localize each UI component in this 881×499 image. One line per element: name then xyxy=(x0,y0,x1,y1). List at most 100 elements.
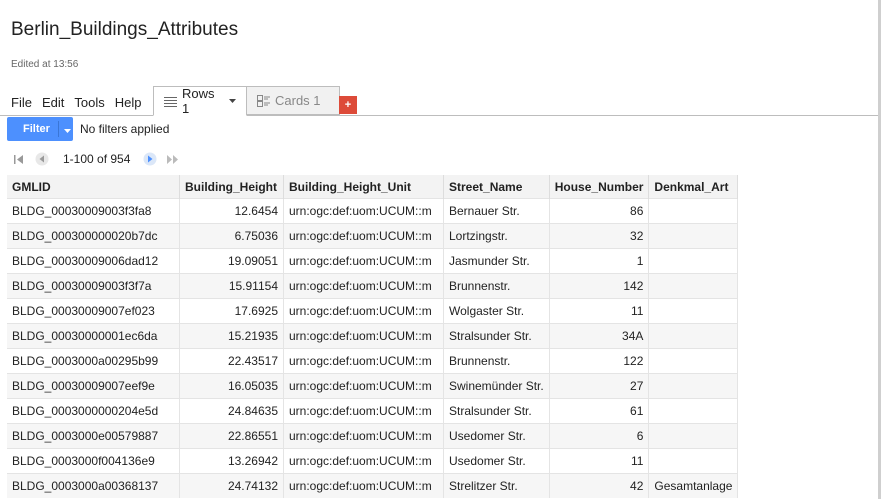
cell-denkmal-art xyxy=(648,248,739,274)
cell-building-height: 13.26942 xyxy=(179,448,284,474)
cell-street-name: Stralsunder Str. xyxy=(443,323,550,349)
cell-gmlid: BLDG_00030009007ef023 xyxy=(7,298,180,324)
cell-street-name: Strelitzer Str. xyxy=(443,473,550,498)
cell-street-name: Lortzingstr. xyxy=(443,223,550,249)
document-title[interactable]: Berlin_Buildings_Attributes xyxy=(11,19,238,41)
chevron-down-icon[interactable] xyxy=(229,99,236,103)
add-tab-button[interactable]: + xyxy=(339,96,357,114)
last-page-icon[interactable] xyxy=(165,151,181,167)
tab-divider xyxy=(0,115,878,116)
cell-house-number: 27 xyxy=(549,373,650,399)
cell-house-number: 1 xyxy=(549,248,650,274)
cell-denkmal-art xyxy=(648,398,739,424)
cell-street-name: Brunnenstr. xyxy=(443,348,550,374)
cell-building-height: 15.21935 xyxy=(179,323,284,349)
cell-height-unit: urn:ogc:def:uom:UCUM::m xyxy=(283,248,444,274)
table-row[interactable]: BLDG_00030009007ef023 17.6925 urn:ogc:def:… xyxy=(7,298,739,324)
cell-height-unit: urn:ogc:def:uom:UCUM::m xyxy=(283,373,444,399)
cell-house-number: 86 xyxy=(549,198,650,224)
table-row[interactable]: BLDG_00030000001ec6da 15.21935 urn:ogc:def… xyxy=(7,323,739,349)
cell-street-name: Brunnenstr. xyxy=(443,273,550,299)
menu-tools[interactable]: Tools xyxy=(74,95,104,110)
last-edited-status: Edited at 13:56 xyxy=(11,59,79,70)
cell-denkmal-art xyxy=(648,423,739,449)
column-header-denkmal-art[interactable]: Denkmal_Art xyxy=(648,175,739,199)
cell-building-height: 17.6925 xyxy=(179,298,284,324)
column-header-building-height-unit[interactable]: Building_Height_Unit xyxy=(283,175,444,199)
data-table: GMLID Building_Height Building_Height_Un… xyxy=(7,175,739,498)
cell-height-unit: urn:ogc:def:uom:UCUM::m xyxy=(283,348,444,374)
cell-street-name: Usedomer Str. xyxy=(443,448,550,474)
rows-list-icon xyxy=(164,96,177,107)
cell-denkmal-art xyxy=(648,448,739,474)
table-row[interactable]: BLDG_00030009003f3f7a 15.91154 urn:ogc:def… xyxy=(7,273,739,299)
cell-gmlid: BLDG_0003000f004136e9 xyxy=(7,448,180,474)
column-header-building-height[interactable]: Building_Height xyxy=(179,175,284,199)
table-row[interactable]: BLDG_000300000020b7dc 6.75036 urn:ogc:def:… xyxy=(7,223,739,249)
first-page-icon[interactable] xyxy=(11,151,27,167)
cell-building-height: 15.91154 xyxy=(179,273,284,299)
cell-street-name: Bernauer Str. xyxy=(443,198,550,224)
cell-building-height: 22.86551 xyxy=(179,423,284,449)
filter-button-divider xyxy=(58,121,59,137)
table-row[interactable]: BLDG_0003000f004136e9 13.26942 urn:ogc:def… xyxy=(7,448,739,474)
cell-denkmal-art xyxy=(648,348,739,374)
chevron-down-icon[interactable] xyxy=(64,124,71,136)
column-header-house-number[interactable]: House_Number xyxy=(549,175,650,199)
cell-street-name: Usedomer Str. xyxy=(443,423,550,449)
cell-height-unit: urn:ogc:def:uom:UCUM::m xyxy=(283,223,444,249)
table-row[interactable]: BLDG_0003000000204e5d 24.84635 urn:ogc:def… xyxy=(7,398,739,424)
column-header-gmlid[interactable]: GMLID xyxy=(7,175,180,199)
filter-button[interactable]: Filter xyxy=(7,117,73,141)
cell-gmlid: BLDG_0003000a00368137 xyxy=(7,473,180,498)
cell-house-number: 32 xyxy=(549,223,650,249)
column-header-street-name[interactable]: Street_Name xyxy=(443,175,550,199)
cell-height-unit: urn:ogc:def:uom:UCUM::m xyxy=(283,398,444,424)
cell-denkmal-art: Gesamtanlage xyxy=(648,473,739,498)
cards-icon xyxy=(257,94,270,107)
tab-rows[interactable]: Rows 1 xyxy=(153,86,247,116)
cell-house-number: 11 xyxy=(549,298,650,324)
table-header-row: GMLID Building_Height Building_Height_Un… xyxy=(7,175,739,199)
cell-height-unit: urn:ogc:def:uom:UCUM::m xyxy=(283,323,444,349)
cell-denkmal-art xyxy=(648,273,739,299)
table-row[interactable]: BLDG_0003000a00295b99 22.43517 urn:ogc:def… xyxy=(7,348,739,374)
cell-house-number: 34A xyxy=(549,323,650,349)
cell-height-unit: urn:ogc:def:uom:UCUM::m xyxy=(283,298,444,324)
tab-cards[interactable]: Cards 1 xyxy=(246,86,340,115)
menu-help[interactable]: Help xyxy=(115,95,142,110)
cell-denkmal-art xyxy=(648,198,739,224)
cell-denkmal-art xyxy=(648,298,739,324)
tab-cards-label: Cards 1 xyxy=(275,93,321,108)
filter-button-label: Filter xyxy=(23,123,50,135)
cell-denkmal-art xyxy=(648,373,739,399)
cell-street-name: Jasmunder Str. xyxy=(443,248,550,274)
cell-height-unit: urn:ogc:def:uom:UCUM::m xyxy=(283,473,444,498)
cell-gmlid: BLDG_0003000000204e5d xyxy=(7,398,180,424)
cell-height-unit: urn:ogc:def:uom:UCUM::m xyxy=(283,448,444,474)
menu-file[interactable]: File xyxy=(11,95,32,110)
next-page-icon[interactable] xyxy=(142,151,158,167)
cell-house-number: 11 xyxy=(549,448,650,474)
cell-building-height: 12.6454 xyxy=(179,198,284,224)
table-row[interactable]: BLDG_0003000e00579887 22.86551 urn:ogc:def… xyxy=(7,423,739,449)
table-row[interactable]: BLDG_00030009006dad12 19.09051 urn:ogc:def… xyxy=(7,248,739,274)
table-row[interactable]: BLDG_00030009007eef9e 16.05035 urn:ogc:def… xyxy=(7,373,739,399)
menu-edit[interactable]: Edit xyxy=(42,95,64,110)
cell-denkmal-art xyxy=(648,223,739,249)
cell-building-height: 24.74132 xyxy=(179,473,284,498)
cell-street-name: Swinemünder Str. xyxy=(443,373,550,399)
cell-street-name: Wolgaster Str. xyxy=(443,298,550,324)
table-row[interactable]: BLDG_0003000a00368137 24.74132 urn:ogc:def… xyxy=(7,473,739,498)
cell-building-height: 6.75036 xyxy=(179,223,284,249)
cell-house-number: 6 xyxy=(549,423,650,449)
previous-page-icon[interactable] xyxy=(34,151,50,167)
cell-height-unit: urn:ogc:def:uom:UCUM::m xyxy=(283,423,444,449)
cell-building-height: 19.09051 xyxy=(179,248,284,274)
pagination: 1-100 of 954 xyxy=(11,151,188,167)
table-row[interactable]: BLDG_00030009003f3fa8 12.6454 urn:ogc:def:… xyxy=(7,198,739,224)
cell-gmlid: BLDG_0003000e00579887 xyxy=(7,423,180,449)
cell-height-unit: urn:ogc:def:uom:UCUM::m xyxy=(283,198,444,224)
cell-street-name: Stralsunder Str. xyxy=(443,398,550,424)
cell-building-height: 16.05035 xyxy=(179,373,284,399)
